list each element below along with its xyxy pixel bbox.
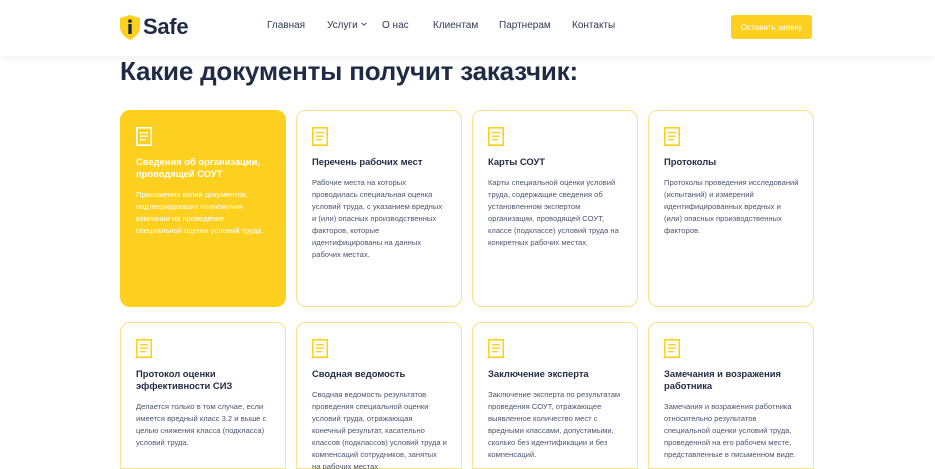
document-icon (136, 127, 152, 146)
document-icon (312, 127, 328, 146)
nav-item-clients[interactable]: Клиентам (433, 20, 478, 31)
document-card: Замечания и возражения работника Замечан… (648, 322, 814, 469)
nav-item-home[interactable]: Главная (267, 20, 305, 31)
nav-item-services[interactable]: Услуги (327, 20, 367, 31)
card-text: Карты специальной оценки условий труда, … (488, 178, 619, 247)
document-icon (312, 339, 328, 358)
nav-item-about[interactable]: О нас (382, 20, 409, 31)
document-card: Заключение эксперта Заключение эксперта … (472, 322, 638, 469)
card-title: Карты СОУТ (488, 156, 546, 167)
document-icon (664, 339, 680, 358)
card-text: Рабочие места на которых проводилась спе… (312, 178, 443, 259)
document-card: Перечень рабочих мест Рабочие места на к… (296, 110, 462, 307)
document-card: Карты СОУТ Карты специальной оценки усло… (472, 110, 638, 307)
card-text: Замечания и возражения работника относит… (664, 402, 796, 459)
nav-item-partners[interactable]: Партнерам (499, 20, 551, 31)
document-card: Сведения об организации, проводящей СОУТ… (120, 110, 286, 307)
card-title: Протокол оценки эффективности СИЗ (136, 368, 233, 391)
card-text: Делается только в том случае, если имеет… (136, 402, 267, 447)
card-title: Сводная ведомость (312, 368, 406, 379)
card-text: Заключение эксперта по результатам прове… (488, 390, 621, 459)
document-icon (488, 127, 504, 146)
document-card: Протоколы Протоколы проведения исследова… (648, 110, 814, 307)
logo[interactable]: Safe (120, 14, 189, 40)
card-title: Заключение эксперта (488, 368, 589, 379)
request-button[interactable]: Оставить заявку (731, 15, 812, 39)
card-title: Сведения об организации, проводящей СОУТ (136, 156, 261, 179)
document-icon (664, 127, 680, 146)
nav-item-contacts[interactable]: Контакты (572, 20, 615, 31)
document-card: Сводная ведомость Сводная ведомость резу… (296, 322, 462, 469)
card-title: Перечень рабочих мест (312, 156, 423, 167)
document-icon (488, 339, 504, 358)
chevron-down-icon (360, 22, 367, 26)
document-icon (136, 339, 152, 358)
logo-text: Safe (143, 14, 189, 39)
card-text: Приложения копий документов, подтверждаю… (136, 190, 264, 235)
card-text: Сводная ведомость результатов проведения… (312, 390, 447, 469)
card-text: Протоколы проведения исследований (испыт… (664, 178, 799, 235)
section-title: Какие документы получит заказчик: (120, 56, 578, 86)
card-title: Протоколы (664, 156, 717, 167)
site-header: Safe Главная Услуги О нас Клиентам Партн… (0, 0, 935, 56)
document-card: Протокол оценки эффективности СИЗ Делает… (120, 322, 286, 469)
nav-item-services-label: Услуги (327, 20, 358, 31)
card-title: Замечания и возражения работника (664, 368, 782, 391)
shield-icon (120, 14, 140, 40)
